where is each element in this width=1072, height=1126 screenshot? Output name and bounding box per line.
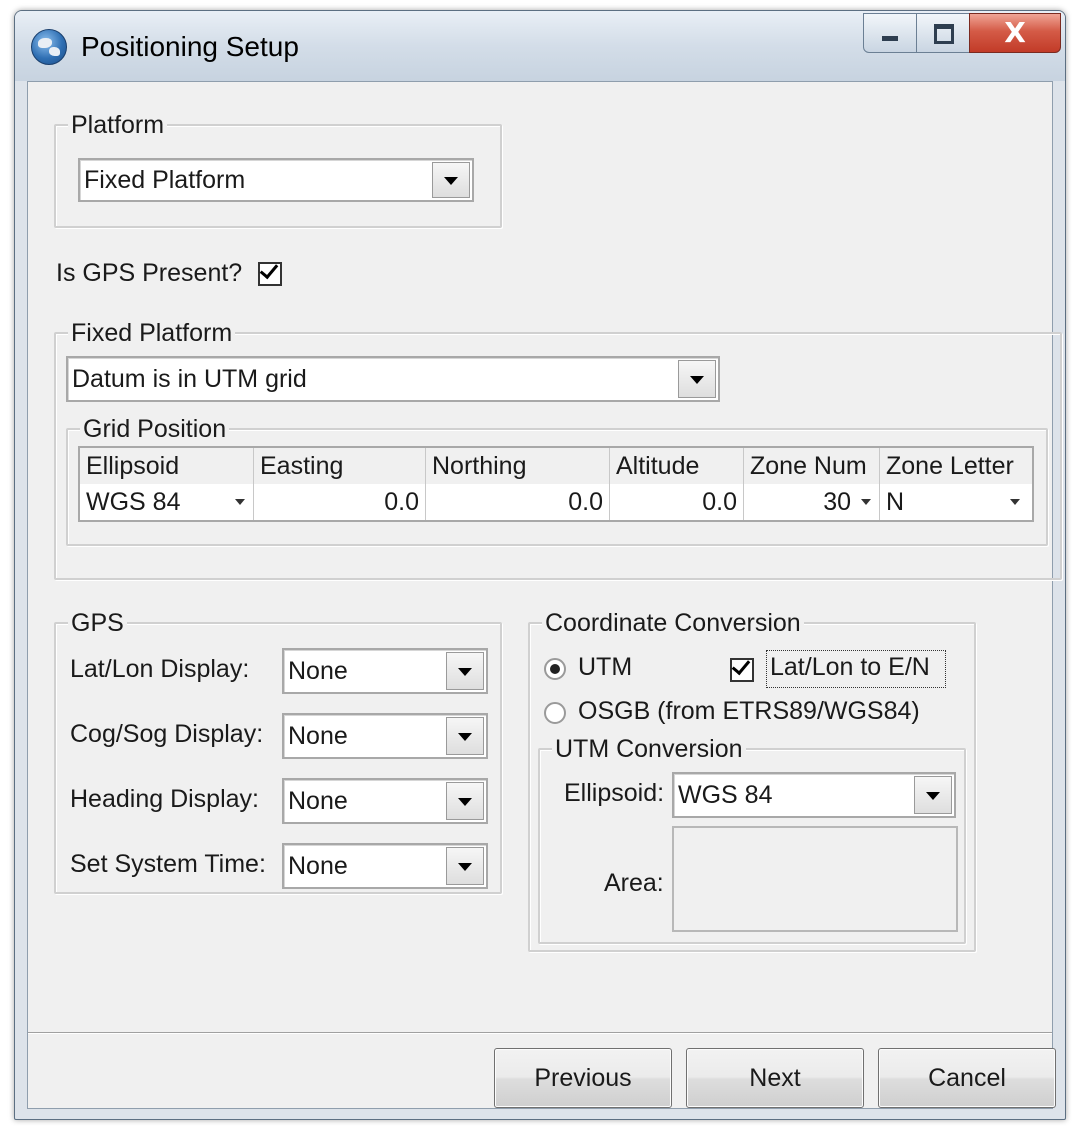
chevron-down-icon[interactable] [914, 776, 952, 814]
cogsog-display-label: Cog/Sog Display: [70, 720, 264, 748]
northing-cell[interactable]: 0.0 [426, 484, 610, 520]
chevron-down-icon[interactable] [432, 162, 470, 198]
osgb-radio-label[interactable]: OSGB (from ETRS89/WGS84) [578, 696, 920, 726]
ellipsoid-cell[interactable]: WGS 84 [80, 484, 254, 520]
chevron-down-icon[interactable] [446, 652, 484, 690]
zone-num-cell[interactable]: 30 [744, 484, 880, 520]
ellipsoid-cell-value: WGS 84 [86, 487, 181, 516]
column-header-northing[interactable]: Northing [426, 448, 610, 484]
chevron-down-icon[interactable] [446, 847, 484, 885]
check-icon [259, 259, 279, 280]
chevron-down-icon[interactable] [235, 499, 245, 505]
utm-radio[interactable] [544, 658, 566, 680]
utm-ellipsoid-label: Ellipsoid: [564, 779, 665, 807]
altitude-cell[interactable]: 0.0 [610, 484, 744, 520]
previous-button[interactable]: Previous [494, 1048, 672, 1108]
column-header-zone-letter[interactable]: Zone Letter [880, 448, 1028, 484]
fixed-platform-group-label: Fixed Platform [68, 319, 236, 347]
platform-select[interactable]: Fixed Platform [78, 158, 474, 202]
latlon-display-label: Lat/Lon Display: [70, 655, 250, 683]
positioning-setup-window: Positioning Setup X Platform Fixed Platf… [14, 10, 1066, 1120]
cogsog-display-value: None [288, 721, 348, 750]
platform-group: Platform Fixed Platform [54, 111, 502, 228]
column-header-zone-num[interactable]: Zone Num [744, 448, 880, 484]
utm-radio-label[interactable]: UTM [578, 652, 632, 682]
close-button[interactable]: X [969, 13, 1061, 53]
minimize-icon [882, 36, 898, 41]
column-header-altitude[interactable]: Altitude [610, 448, 744, 484]
zone-letter-cell[interactable]: N [880, 484, 1028, 520]
area-label: Area: [604, 869, 664, 897]
gps-group-label: GPS [68, 609, 127, 637]
area-field [672, 826, 958, 932]
gps-present-label: Is GPS Present? [56, 259, 243, 287]
maximize-button[interactable] [916, 13, 970, 53]
system-time-select[interactable]: None [282, 843, 488, 889]
chevron-down-icon[interactable] [1010, 499, 1020, 505]
utm-ellipsoid-value: WGS 84 [678, 780, 773, 809]
table-header: Ellipsoid Easting Northing Altitude Zone… [80, 448, 1032, 485]
datum-select-value: Datum is in UTM grid [72, 364, 307, 393]
utm-conversion-group-label: UTM Conversion [552, 735, 746, 763]
utm-conversion-group: UTM Conversion Ellipsoid: WGS 84 Area: [538, 735, 966, 944]
latlon-display-select[interactable]: None [282, 648, 488, 694]
heading-display-label: Heading Display: [70, 785, 259, 813]
heading-display-select[interactable]: None [282, 778, 488, 824]
chevron-down-icon[interactable] [861, 499, 871, 505]
dialog-body: Platform Fixed Platform Is GPS Present? … [27, 81, 1062, 1109]
caption-buttons: X [863, 13, 1061, 53]
chevron-down-icon[interactable] [446, 717, 484, 755]
platform-select-value: Fixed Platform [84, 165, 246, 194]
coordinate-conversion-group-label: Coordinate Conversion [542, 609, 804, 637]
datum-select[interactable]: Datum is in UTM grid [66, 356, 720, 402]
latlon-to-en-checkbox[interactable] [730, 655, 754, 682]
footer-divider [28, 1032, 1052, 1034]
utm-ellipsoid-select[interactable]: WGS 84 [672, 772, 956, 818]
window-title: Positioning Setup [81, 31, 299, 62]
chevron-down-icon[interactable] [678, 360, 716, 398]
cogsog-display-select[interactable]: None [282, 713, 488, 759]
column-header-easting[interactable]: Easting [254, 448, 426, 484]
platform-group-label: Platform [68, 111, 168, 139]
system-time-value: None [288, 851, 348, 880]
easting-cell[interactable]: 0.0 [254, 484, 426, 520]
fixed-platform-group: Fixed Platform Datum is in UTM grid Grid… [54, 319, 1062, 580]
chevron-down-icon[interactable] [446, 782, 484, 820]
column-header-ellipsoid[interactable]: Ellipsoid [80, 448, 254, 484]
latlon-display-value: None [288, 656, 348, 685]
globe-icon [31, 29, 67, 65]
cancel-button[interactable]: Cancel [878, 1048, 1056, 1108]
close-icon: X [1004, 16, 1026, 49]
next-button[interactable]: Next [686, 1048, 864, 1108]
coordinate-conversion-group: Coordinate Conversion UTM Lat/Lon to E/N… [528, 609, 976, 952]
maximize-icon [934, 24, 954, 44]
zone-letter-cell-value: N [886, 487, 905, 516]
grid-position-group: Grid Position Ellipsoid Easting Northing… [66, 415, 1048, 546]
table-row: WGS 84 0.0 0.0 0.0 30 N [80, 484, 1032, 520]
gps-present-checkbox[interactable] [258, 259, 282, 286]
latlon-to-en-label[interactable]: Lat/Lon to E/N [770, 652, 930, 682]
title-bar[interactable]: Positioning Setup X [15, 11, 1065, 81]
grid-position-group-label: Grid Position [80, 415, 230, 443]
heading-display-value: None [288, 786, 348, 815]
check-icon [731, 655, 751, 676]
osgb-radio[interactable] [544, 702, 566, 724]
gps-group: GPS Lat/Lon Display: None Cog/Sog Displa… [54, 609, 502, 894]
minimize-button[interactable] [863, 13, 917, 53]
zone-num-cell-value: 30 [823, 487, 851, 516]
system-time-label: Set System Time: [70, 850, 266, 878]
grid-position-table: Ellipsoid Easting Northing Altitude Zone… [78, 446, 1034, 522]
radio-selected-dot [550, 664, 560, 674]
